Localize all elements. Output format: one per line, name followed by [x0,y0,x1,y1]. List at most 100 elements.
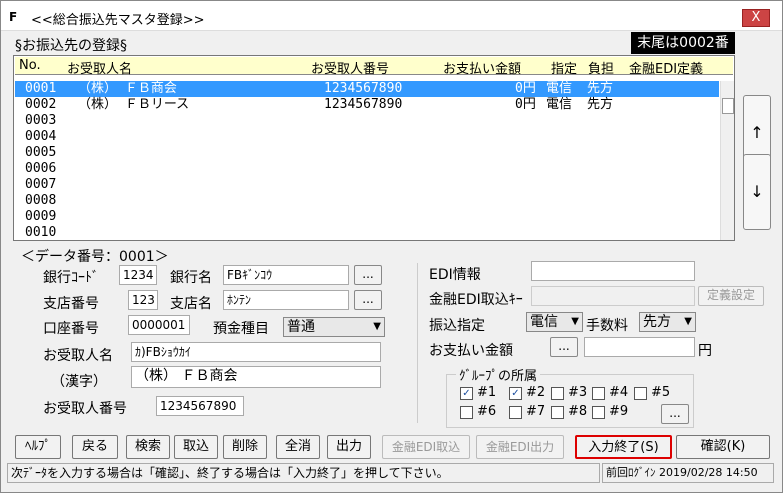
clear-button[interactable]: 全消 [276,435,320,459]
delete-button[interactable]: 削除 [223,435,267,459]
data-number-label: ＜データ番号：0001＞ [21,249,169,265]
yen-label: 円 [698,343,712,359]
group-6-checkbox[interactable] [460,406,473,419]
branch-name-label: 支店名 [170,296,212,312]
group-3-label: #3 [568,385,588,400]
table-row[interactable]: 0008 [15,193,719,209]
deposit-select[interactable]: 普通 ▼ [283,317,385,337]
transfer-select[interactable]: 電信 ▼ [526,312,583,332]
edi-output-button[interactable]: 金融EDI出力 [476,435,564,459]
table-row[interactable]: 0001 （株） ＦＢ商会 1234567890 0円 電信 先方 [15,81,719,97]
chevron-down-icon: ▼ [373,321,381,332]
finish-input-button[interactable]: 入力終了(S) [575,435,672,459]
table-row[interactable]: 0007 [15,177,719,193]
define-settings-button[interactable]: 定義設定 [698,286,764,306]
title-bar: F <<総合振込先マスタ登録>> X [1,1,782,31]
group-7-checkbox[interactable] [509,406,522,419]
edi-field[interactable] [531,261,695,281]
column-edi: 金融EDI定義 [629,62,704,77]
branch-no-label: 支店番号 [43,296,99,312]
kanji-label: （漢字） [51,374,107,390]
search-button[interactable]: 検索 [126,435,170,459]
group-7-label: #7 [526,404,546,419]
column-amount: お支払い金額 [443,62,522,77]
row-shitei: 電信 [546,97,573,112]
row-number: 1234567890 [324,81,403,96]
fee-select[interactable]: 先方 ▼ [639,312,696,332]
import-button[interactable]: 取込 [174,435,218,459]
confirm-button[interactable]: 確認(K) [676,435,770,459]
list-rows: 0001 （株） ＦＢ商会 1234567890 0円 電信 先方 0002 （… [15,81,719,241]
form-divider [417,263,418,423]
fee-label: 手数料 [586,318,628,334]
edi-key-label: 金融EDI取込ｷｰ [429,292,523,308]
scroll-down-button[interactable]: ↓ [743,154,771,230]
row-futan: 先方 [587,97,614,112]
table-row[interactable]: 0005 [15,145,719,161]
close-button[interactable]: X [742,9,770,27]
table-row[interactable]: 0010 [15,225,719,241]
table-row[interactable]: 0003 [15,113,719,129]
main-window: F <<総合振込先マスタ登録>> X §お振込先の登録§ 末尾は0002番 No… [0,0,783,493]
group-4-label: #4 [609,385,629,400]
group-9-label: #9 [609,404,629,419]
payee-list[interactable]: No. お受取人名 お受取人番号 お支払い金額 指定 負担 金融EDI定義 00… [13,55,735,241]
bank-name-label: 銀行名 [170,270,212,286]
branch-no-field[interactable]: 123 [128,290,158,310]
table-row[interactable]: 0004 [15,129,719,145]
account-field[interactable]: 0000001 [128,315,190,335]
row-futan: 先方 [587,81,614,96]
group-9-checkbox[interactable] [592,406,605,419]
arrow-down-icon: ↓ [750,182,764,201]
output-button[interactable]: 出力 [327,435,371,459]
branch-name-field[interactable]: ﾎﾝﾃﾝ [223,290,349,310]
row-no: 0008 [25,193,57,208]
amount-field[interactable] [584,337,695,357]
status-message: 次ﾃﾞｰﾀを入力する場合は「確認」、終了する場合は「入力終了」を押して下さい。 [7,463,600,483]
group-more-button[interactable]: ... [661,404,689,424]
last-number-badge: 末尾は0002番 [631,32,735,54]
group-8-label: #8 [568,404,588,419]
edi-label: EDI情報 [429,267,481,283]
row-no: 0005 [25,145,57,160]
table-row[interactable]: 0006 [15,161,719,177]
edi-key-field [531,286,695,306]
edi-import-button[interactable]: 金融EDI取込 [382,435,470,459]
payee-kana-field[interactable]: ｶ)FBｼｮｳｶｲ [131,342,381,362]
bank-code-label: 銀行ｺｰﾄﾞ [43,270,99,286]
transfer-value: 電信 [530,314,558,330]
fee-value: 先方 [643,314,671,330]
group-8-checkbox[interactable] [551,406,564,419]
row-name: （株） ＦＢ商会 [78,81,177,96]
branch-lookup-button[interactable]: ... [354,290,382,310]
list-header: No. お受取人名 お受取人番号 お支払い金額 指定 負担 金融EDI定義 [15,57,733,77]
row-amount: 0円 [515,81,536,96]
table-row[interactable]: 0002 （株） ＦＢリース 1234567890 0円 電信 先方 [15,97,719,113]
list-scrollbar[interactable] [720,81,734,240]
column-no: No. [19,58,41,73]
chevron-down-icon: ▼ [571,316,579,327]
group-5-checkbox[interactable] [634,387,647,400]
group-2-checkbox[interactable]: ✓ [509,387,522,400]
bank-lookup-button[interactable]: ... [354,265,382,285]
amount-label: お支払い金額 [429,343,513,359]
bank-code-field[interactable]: 1234 [119,265,157,285]
payee-kanji-field[interactable]: （株） ＦＢ商会 [131,366,381,388]
scrollbar-thumb[interactable] [722,98,734,114]
deposit-label: 預金種目 [213,321,269,337]
row-no: 0010 [25,225,57,240]
group-2-label: #2 [526,385,546,400]
column-number: お受取人番号 [311,62,390,77]
section-title: §お振込先の登録§ [15,38,127,54]
payee-no-field[interactable]: 1234567890 [156,396,244,416]
group-4-checkbox[interactable] [592,387,605,400]
amount-calc-button[interactable]: ... [550,337,578,357]
row-no: 0007 [25,177,57,192]
table-row[interactable]: 0009 [15,209,719,225]
group-3-checkbox[interactable] [551,387,564,400]
help-button[interactable]: ﾍﾙﾌﾟ [15,435,61,459]
row-no: 0003 [25,113,57,128]
group-1-checkbox[interactable]: ✓ [460,387,473,400]
bank-name-field[interactable]: FBｷﾞﾝｺｳ [223,265,349,285]
back-button[interactable]: 戻る [72,435,118,459]
